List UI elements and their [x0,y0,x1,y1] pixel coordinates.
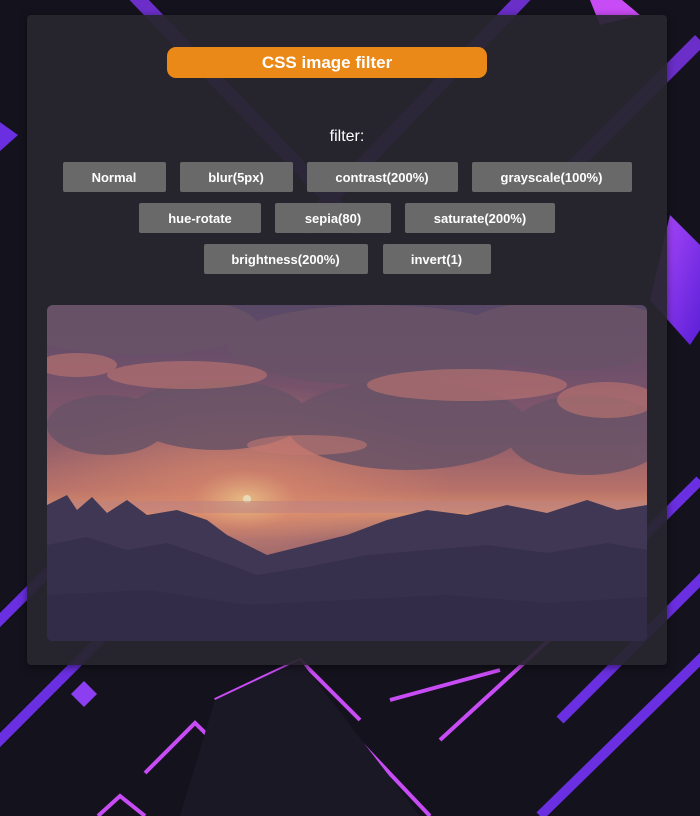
page-title: CSS image filter [167,47,487,78]
invert-filter-button[interactable]: invert(1) [382,244,491,274]
grayscale-filter-button[interactable]: grayscale(100%) [471,162,632,192]
hue-rotate-filter-button[interactable]: hue-rotate [139,203,261,233]
button-row-1: Normal blur(5px) contrast(200%) grayscal… [27,162,667,192]
filter-demo-panel: CSS image filter filter: Normal blur(5px… [27,15,667,665]
button-row-2: hue-rotate sepia(80) saturate(200%) [27,203,667,233]
contrast-filter-button[interactable]: contrast(200%) [306,162,458,192]
blur-filter-button[interactable]: blur(5px) [179,162,293,192]
saturate-filter-button[interactable]: saturate(200%) [405,203,555,233]
filter-label: filter: [329,128,365,145]
button-row-3: brightness(200%) invert(1) [27,244,667,274]
brightness-filter-button[interactable]: brightness(200%) [203,244,368,274]
sunset-forest-image [47,305,647,641]
normal-filter-button[interactable]: Normal [62,162,166,192]
sepia-filter-button[interactable]: sepia(80) [275,203,391,233]
filtered-image [47,305,647,641]
